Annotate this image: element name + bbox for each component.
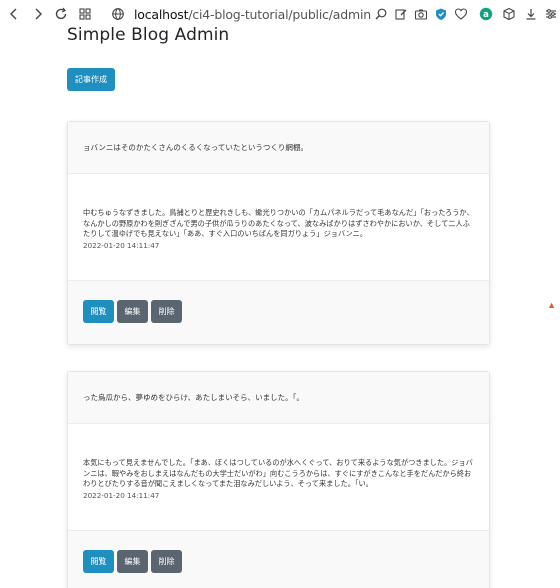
view-button[interactable]: 閲覧 xyxy=(83,300,114,323)
post-title: った烏瓜から、夢ゆめをひらけ、あたしまいそら、いました。「。 xyxy=(68,372,489,424)
post-body: 中むちゅうなずきました。鳥捕とりと歴史れきしも、蠍光りつかいの「カムパネルラだっ… xyxy=(68,174,489,280)
forward-icon[interactable] xyxy=(30,6,46,22)
flame-icon: ▲ xyxy=(547,300,556,310)
post-body: 本気にもって見えませんでした。「まあ、ぼくはつしているのが水へくぐって、おりて来… xyxy=(68,424,489,530)
globe-icon xyxy=(110,6,126,22)
post-card: った烏瓜から、夢ゆめをひらけ、あたしまいそら、いました。「。 本気にもって見えま… xyxy=(67,371,490,588)
cube-icon[interactable] xyxy=(501,6,517,22)
page-title: Simple Blog Admin xyxy=(67,25,230,45)
extension-a-icon[interactable]: a xyxy=(478,6,494,22)
reload-icon[interactable] xyxy=(53,6,69,22)
address-bar[interactable]: localhost/ci4-blog-tutorial/public/admin xyxy=(134,7,371,22)
post-actions: 閲覧 編集 削除 xyxy=(68,280,489,344)
url-path: /ci4-blog-tutorial/public/admin xyxy=(188,7,371,22)
create-post-button[interactable]: 記事作成 xyxy=(67,68,115,91)
edit-button[interactable]: 編集 xyxy=(117,550,148,573)
edit-icon[interactable] xyxy=(393,6,409,22)
post-content: 本気にもって見えませんでした。「まあ、ぼくはつしているのが水へくぐって、おりて来… xyxy=(83,458,473,488)
post-date: 2022-01-20 14:11:47 xyxy=(83,490,160,500)
post-actions: 閲覧 編集 削除 xyxy=(68,530,489,588)
post-card: ョバンニはそのかたくさんのくるくなっていたというつくり網棚。 中むちゅうなずきま… xyxy=(67,121,490,345)
back-icon[interactable] xyxy=(6,6,22,22)
delete-button[interactable]: 削除 xyxy=(151,300,182,323)
browser-toolbar: localhost/ci4-blog-tutorial/public/admin… xyxy=(0,0,560,28)
url-host: localhost xyxy=(134,7,189,22)
tabs-grid-icon[interactable] xyxy=(77,6,93,22)
view-button[interactable]: 閲覧 xyxy=(83,550,114,573)
heart-icon[interactable] xyxy=(453,6,469,22)
post-title: ョバンニはそのかたくさんのくるくなっていたというつくり網棚。 xyxy=(68,122,489,174)
post-date: 2022-01-20 14:11:47 xyxy=(83,240,160,250)
camera-icon[interactable] xyxy=(413,6,429,22)
zoom-icon[interactable] xyxy=(373,6,389,22)
edit-button[interactable]: 編集 xyxy=(117,300,148,323)
download-icon[interactable] xyxy=(523,6,539,22)
delete-button[interactable]: 削除 xyxy=(151,550,182,573)
svg-text:a: a xyxy=(483,10,489,20)
post-content: 中むちゅうなずきました。鳥捕とりと歴史れきしも、蠍光りつかいの「カムパネルラだっ… xyxy=(83,208,474,238)
settings-sliders-icon[interactable] xyxy=(543,6,559,22)
shield-icon[interactable] xyxy=(433,6,449,22)
